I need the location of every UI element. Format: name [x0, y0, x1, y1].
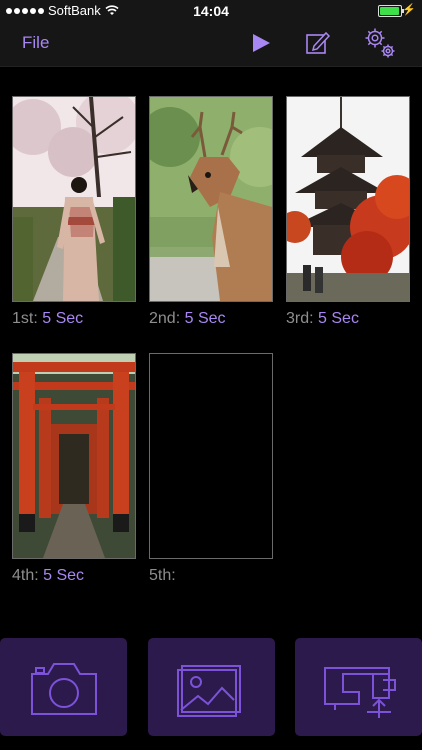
camera-icon [31, 663, 97, 715]
slide-thumbnail-kimono[interactable] [12, 96, 136, 302]
slide-caption: 4th: 5 Sec [12, 567, 136, 585]
battery-level [380, 7, 399, 15]
battery-icon [378, 5, 404, 17]
slide-order-label: 2nd: [149, 310, 181, 327]
slide-thumbnail-torii[interactable] [12, 353, 136, 559]
slide-duration[interactable]: 5 Sec [42, 310, 83, 327]
slide-item-4[interactable]: 4th: 5 Sec [12, 353, 136, 585]
photo-library-icon [177, 665, 241, 717]
slide-thumbnail-deer[interactable] [149, 96, 273, 302]
kimono-woman-photo [13, 97, 135, 301]
slide-caption: 1st: 5 Sec [12, 310, 136, 328]
slide-duration[interactable]: 5 Sec [185, 310, 226, 327]
slide-duration[interactable]: 5 Sec [43, 567, 84, 584]
pagoda-photo [287, 97, 409, 301]
play-icon[interactable] [250, 32, 272, 54]
camera-button[interactable] [0, 638, 127, 736]
slide-thumbnail-empty[interactable] [149, 353, 273, 559]
slide-caption: 5th: [149, 567, 273, 585]
file-button[interactable]: File [22, 33, 49, 53]
slide-caption: 2nd: 5 Sec [149, 310, 273, 328]
edit-icon[interactable] [305, 30, 331, 56]
slide-caption: 3rd: 5 Sec [286, 310, 410, 328]
torii-gates-photo [13, 354, 135, 558]
slide-item-5[interactable]: 5th: [149, 353, 273, 585]
slide-item-3[interactable]: 3rd: 5 Sec [286, 96, 410, 328]
slide-order-label: 3rd: [286, 310, 314, 327]
status-bar: SoftBank 14:04 ⚡ [0, 0, 422, 22]
nav-bar: File [0, 22, 422, 67]
sewing-machine-export-icon [324, 667, 396, 718]
deer-photo [150, 97, 272, 301]
slide-order-label: 5th: [149, 567, 176, 584]
charging-icon: ⚡ [402, 4, 416, 16]
slide-item-1[interactable]: 1st: 5 Sec [12, 96, 136, 328]
slide-order-label: 1st: [12, 310, 38, 327]
slide-thumbnail-pagoda[interactable] [286, 96, 410, 302]
photo-library-button[interactable] [148, 638, 275, 736]
settings-gears-icon[interactable] [362, 25, 398, 61]
slide-duration[interactable]: 5 Sec [318, 310, 359, 327]
slide-item-2[interactable]: 2nd: 5 Sec [149, 96, 273, 328]
status-time: 14:04 [193, 3, 229, 19]
export-to-sewing-machine-button[interactable] [295, 638, 422, 736]
slide-order-label: 4th: [12, 567, 39, 584]
